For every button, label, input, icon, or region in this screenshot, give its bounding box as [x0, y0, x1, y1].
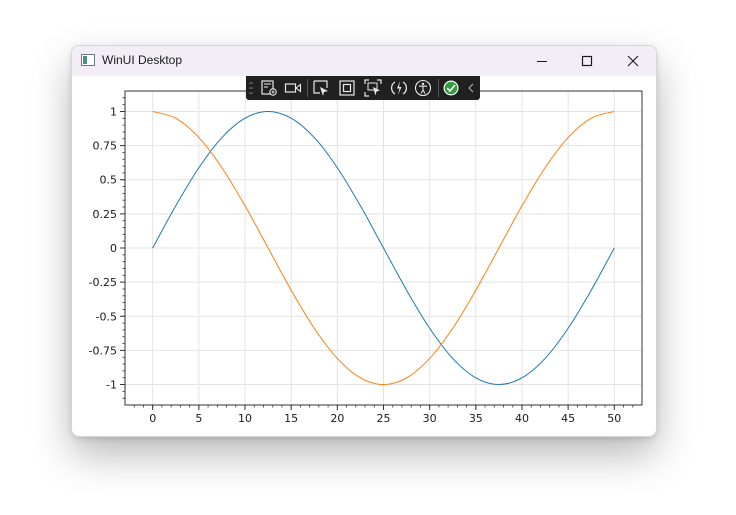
close-icon — [627, 55, 639, 67]
y-tick-label: -1 — [106, 379, 117, 392]
close-button[interactable] — [610, 46, 656, 76]
y-tick-label: 0 — [110, 242, 117, 255]
y-tick-label: 0.5 — [100, 174, 118, 187]
x-tick-label: 15 — [284, 412, 298, 425]
track-focused-element-icon[interactable] — [364, 79, 382, 97]
collapse-toolbar-chevron-icon[interactable] — [465, 79, 477, 97]
xaml-debug-toolbar — [246, 76, 480, 100]
app-icon — [81, 54, 95, 66]
hot-reload-icon[interactable] — [390, 79, 408, 97]
binding-success-check-icon[interactable] — [442, 79, 460, 97]
display-layout-adorners-icon[interactable] — [338, 79, 356, 97]
x-tick-label: 30 — [423, 412, 437, 425]
line-chart: 0 5 10 15 20 25 30 35 40 45 50 1 0.75 0.5 0.25 0 -0.25 -0… — [89, 90, 643, 425]
minimize-button[interactable] — [519, 46, 565, 76]
maximize-button[interactable] — [564, 46, 610, 76]
select-element-icon[interactable] — [312, 79, 330, 97]
accessibility-icon[interactable] — [414, 79, 432, 97]
record-video-icon[interactable] — [284, 79, 302, 97]
x-tick-label: 40 — [515, 412, 529, 425]
maximize-icon — [581, 55, 593, 67]
x-tick-label: 25 — [377, 412, 391, 425]
y-tick-label: 0.25 — [93, 208, 118, 221]
y-tick-label: -0.75 — [89, 344, 117, 357]
x-tick-label: 35 — [469, 412, 483, 425]
x-tick-label: 50 — [607, 412, 621, 425]
toolbar-separator — [438, 79, 439, 97]
x-tick-label: 0 — [149, 412, 156, 425]
y-tick-label: 1 — [110, 105, 117, 118]
x-tick-label: 20 — [330, 412, 344, 425]
window-title: WinUI Desktop — [102, 53, 183, 67]
app-window: WinUI Desktop 0 5 10 15 20 25 30 35 40 45 50 1 0.75 0… — [71, 45, 657, 437]
live-visual-tree-icon[interactable] — [260, 79, 278, 97]
chart-plot: 0 5 10 15 20 25 30 35 40 45 50 1 0.75 0.5 0.25 0 -0.25 -0… — [72, 76, 656, 436]
x-tick-label: 5 — [195, 412, 202, 425]
x-tick-label: 10 — [238, 412, 252, 425]
y-tick-label: -0.5 — [96, 310, 117, 323]
title-bar[interactable]: WinUI Desktop — [72, 46, 656, 76]
toolbar-separator — [307, 79, 308, 97]
x-tick-label: 45 — [561, 412, 575, 425]
toolbar-grip-icon[interactable] — [249, 81, 253, 95]
y-tick-label: -0.25 — [89, 276, 117, 289]
y-tick-label: 0.75 — [93, 140, 118, 153]
minimize-icon — [537, 61, 547, 62]
